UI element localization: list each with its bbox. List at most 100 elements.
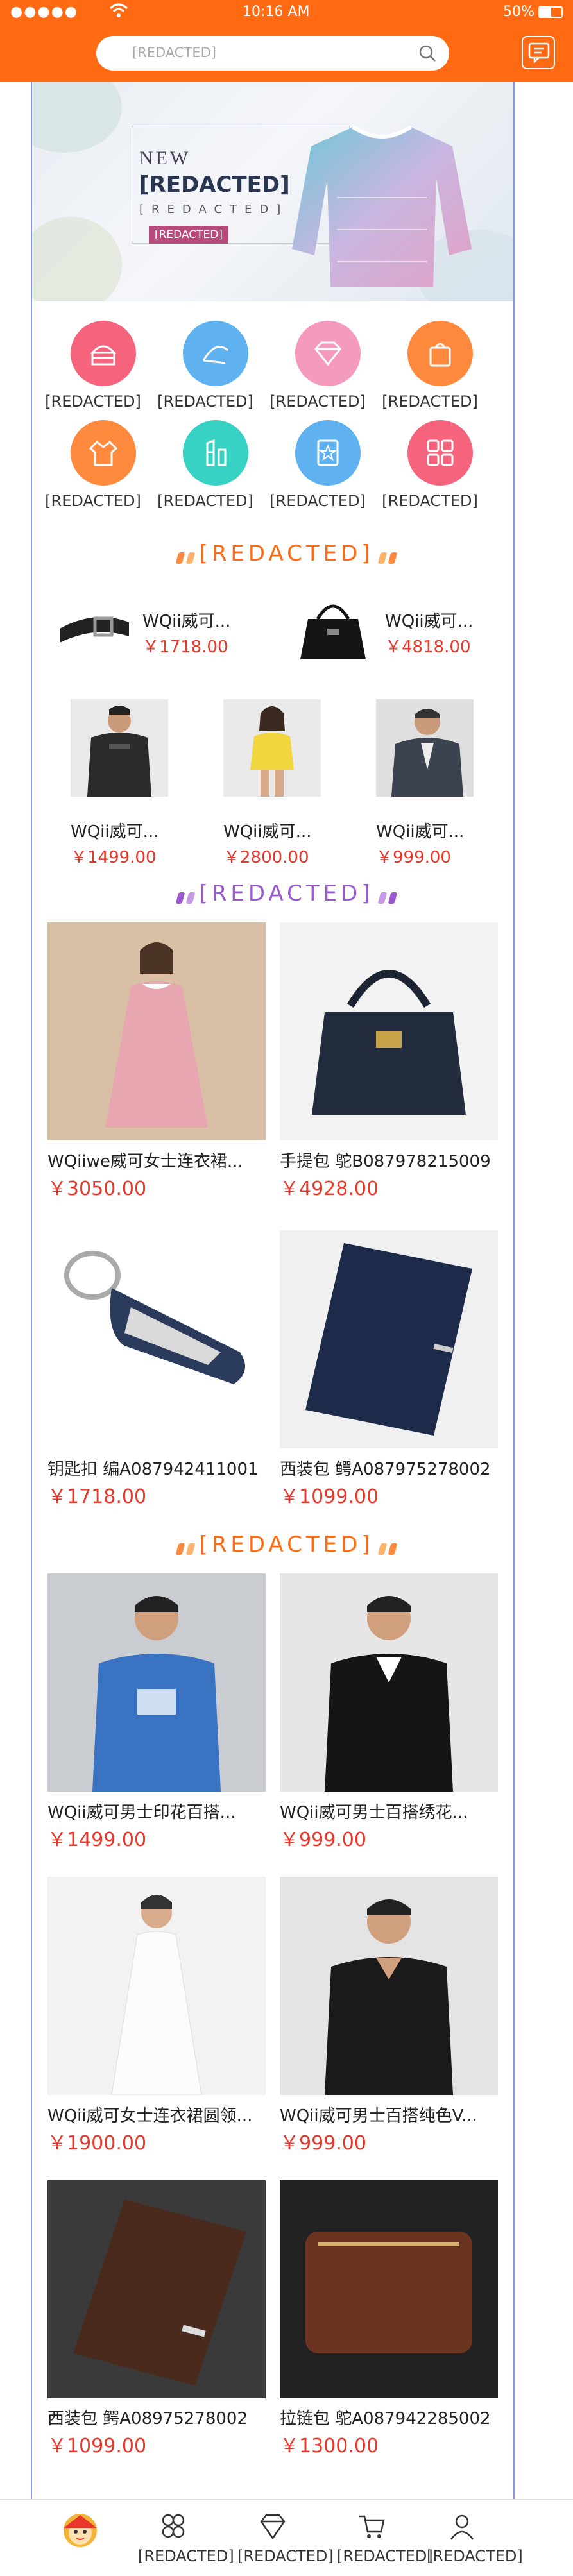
tab-profile[interactable]: [REDACTED]: [427, 2504, 523, 2574]
section-decoration: [175, 892, 185, 904]
tab-cart[interactable]: [REDACTED]: [337, 2504, 433, 2574]
product-name[interactable]: WQiiwe威可女士连衣裙...: [47, 1148, 272, 1172]
section-title: [REDACTED]: [199, 881, 374, 906]
product-image-dress[interactable]: [47, 922, 266, 1140]
clock: 10:16 AM: [243, 4, 310, 20]
banner-subtitle: [REDACTED]: [139, 203, 289, 216]
tab-label: [REDACTED]: [138, 2547, 234, 2565]
category-label: [REDACTED]: [45, 492, 141, 510]
product-image-belt[interactable]: [56, 590, 132, 666]
product-price: ￥1499.00: [71, 848, 157, 867]
category-item[interactable]: [REDACTED]: [42, 321, 144, 423]
product-image-wallet-brown[interactable]: [47, 2180, 266, 2398]
product-image-handbag[interactable]: [295, 590, 371, 666]
product-price: ￥4928.00: [280, 1178, 379, 1200]
section-decoration: [377, 1543, 388, 1555]
tab-vip[interactable]: [REDACTED]: [237, 2504, 334, 2574]
home-mascot-icon: [64, 2514, 97, 2547]
banner-leaf-decoration: [32, 217, 122, 301]
page: ●●●●● 10:16 AM 50% [REDACTED] NEW [REDAC…: [0, 0, 573, 2576]
grid-icon: [427, 439, 454, 466]
pink-dress-image: [105, 942, 208, 1128]
product-image-birkin[interactable]: [280, 922, 498, 1140]
category-item[interactable]: [REDACTED]: [154, 420, 257, 523]
blue-wallet-image: [305, 1243, 472, 1436]
product-name[interactable]: WQii威可...: [385, 608, 526, 632]
category-item[interactable]: [REDACTED]: [379, 420, 481, 523]
man-blue-tee-image: [92, 1596, 221, 1792]
category-icon-circle: [407, 420, 473, 486]
product-image-man-black[interactable]: [71, 699, 168, 797]
product-name[interactable]: WQii威可男士百搭纯色V...: [280, 2103, 504, 2126]
product-price: ￥1099.00: [47, 2435, 147, 2457]
category-label: [REDACTED]: [269, 492, 366, 510]
section-header-hot: [REDACTED]: [0, 1532, 573, 1557]
category-item[interactable]: [REDACTED]: [42, 420, 144, 523]
product-image-man-blue-tee[interactable]: [47, 1573, 266, 1792]
section-decoration: [185, 552, 196, 564]
birkin-bag-image: [312, 970, 466, 1115]
category-item[interactable]: [REDACTED]: [379, 321, 481, 423]
product-price: ￥999.00: [376, 848, 451, 867]
bottom-tab-bar: [REDACTED] [REDACTED] [REDACTED] [REDACT…: [0, 2499, 573, 2576]
product-name[interactable]: WQii威可...: [142, 608, 284, 632]
product-name[interactable]: WQii威可女士连衣裙圆领...: [47, 2103, 272, 2126]
woman-yellow-image: [250, 706, 294, 797]
product-name[interactable]: 拉链包 鸵A087942285002: [280, 2405, 504, 2429]
banner-leaf-decoration: [32, 82, 122, 153]
guide-line-left: [31, 82, 32, 2576]
section-title: [REDACTED]: [199, 1532, 374, 1557]
product-image-keychain[interactable]: [47, 1230, 266, 1448]
guide-line-right: [513, 82, 515, 2576]
product-name[interactable]: 西装包 鳄A08975278002: [47, 2405, 272, 2429]
product-name[interactable]: WQii威可...: [223, 818, 364, 842]
product-name[interactable]: 西装包 鳄A087975278002: [280, 1456, 504, 1480]
product-name[interactable]: WQii威可...: [71, 818, 212, 842]
tab-home[interactable]: [45, 2504, 115, 2574]
cart-icon: [359, 2515, 385, 2538]
category-item[interactable]: [REDACTED]: [154, 321, 257, 423]
promo-banner[interactable]: NEW [REDACTED] [REDACTED] [REDACTED]: [32, 82, 513, 301]
product-name[interactable]: 手提包 鸵B087978215009: [280, 1148, 504, 1172]
shirt-icon: [89, 440, 118, 466]
product-name[interactable]: 钥匙扣 编A087942411001: [47, 1456, 272, 1480]
section-header-new: [REDACTED]: [0, 541, 573, 566]
banner-buy-button[interactable]: [REDACTED]: [149, 226, 228, 244]
product-price: ￥1099.00: [280, 1486, 379, 1508]
category-label: [REDACTED]: [157, 393, 253, 411]
category-icon: [162, 2514, 185, 2538]
product-image-man-jacket[interactable]: [376, 699, 474, 797]
diamond-icon: [314, 341, 341, 366]
product-name[interactable]: WQii威可男士印花百搭...: [47, 1799, 272, 1823]
section-decoration: [388, 892, 398, 904]
product-image-wallet-blue[interactable]: [280, 1230, 498, 1448]
category-icon-circle: [183, 321, 248, 386]
product-image-clutch[interactable]: [280, 2180, 498, 2398]
search-bar[interactable]: [REDACTED]: [96, 36, 449, 71]
product-image-man-black-polo[interactable]: [280, 1573, 498, 1792]
category-icon-circle: [407, 321, 473, 386]
belt-image: [60, 616, 129, 643]
product-price: ￥4818.00: [385, 638, 471, 657]
product-name[interactable]: WQii威可男士百搭绣花...: [280, 1799, 504, 1823]
section-decoration: [175, 1543, 185, 1555]
tab-category[interactable]: [REDACTED]: [138, 2504, 234, 2574]
message-button[interactable]: [522, 36, 555, 69]
product-image-white-dress[interactable]: [47, 1877, 266, 2095]
man-black-vneck-image: [325, 1899, 453, 2095]
battery-percentage: 50%: [503, 4, 535, 20]
lipstick-icon: [206, 439, 227, 466]
product-image-man-black-vneck[interactable]: [280, 1877, 498, 2095]
tab-label: [REDACTED]: [337, 2547, 433, 2565]
category-item[interactable]: [REDACTED]: [266, 321, 369, 423]
product-name[interactable]: WQii威可...: [376, 818, 517, 842]
search-icon[interactable]: [418, 44, 436, 62]
category-item[interactable]: [REDACTED]: [266, 420, 369, 523]
sweater-image: [292, 125, 472, 287]
section-decoration: [388, 1543, 398, 1555]
banner-title: [REDACTED]: [139, 172, 290, 198]
product-price: ￥2800.00: [223, 848, 309, 867]
product-price: ￥1499.00: [47, 1829, 147, 1851]
product-image-woman-yellow[interactable]: [223, 699, 321, 797]
clutch-image: [305, 2232, 472, 2353]
